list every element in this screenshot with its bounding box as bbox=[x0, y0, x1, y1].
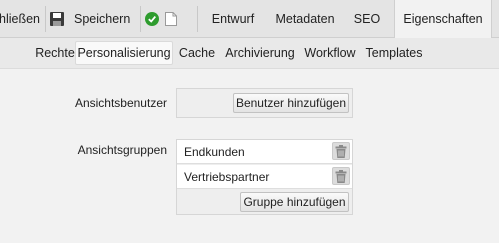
publish-status-button[interactable] bbox=[145, 0, 193, 37]
view-users-label: Ansichtsbenutzer bbox=[74, 96, 167, 110]
add-group-button[interactable]: Gruppe hinzufügen bbox=[240, 192, 349, 212]
subtab-personalisierung[interactable]: Personalisierung bbox=[75, 41, 173, 65]
view-users-panel: Benutzer hinzufügen bbox=[176, 88, 353, 118]
subtab-cache[interactable]: Cache bbox=[176, 41, 218, 65]
tab-eigenschaften-label: Eigenschaften bbox=[403, 12, 483, 26]
close-button-label: hließen bbox=[0, 11, 40, 26]
sub-tab-bar: Rechte Personalisierung Cache Archivieru… bbox=[0, 38, 499, 69]
toolbar-divider bbox=[45, 6, 46, 32]
subtab-templates[interactable]: Templates bbox=[364, 41, 424, 65]
subtab-archivierung[interactable]: Archivierung bbox=[224, 41, 296, 65]
trash-icon[interactable] bbox=[332, 167, 350, 185]
check-circle-icon bbox=[145, 11, 159, 26]
document-icon bbox=[165, 11, 177, 26]
floppy-disk-icon bbox=[50, 11, 64, 26]
tab-seo[interactable]: SEO bbox=[345, 0, 389, 37]
save-button-label: Speichern bbox=[74, 11, 131, 26]
toolbar-divider bbox=[140, 6, 141, 32]
tab-eigenschaften[interactable]: Eigenschaften bbox=[394, 0, 492, 38]
tab-seo-label: SEO bbox=[353, 11, 381, 26]
group-name: Endkunden bbox=[184, 145, 245, 159]
add-user-button[interactable]: Benutzer hinzufügen bbox=[233, 93, 349, 113]
tab-entwurf-label: Entwurf bbox=[211, 11, 255, 26]
tab-metadaten-label: Metadaten bbox=[275, 11, 335, 26]
tab-metadaten[interactable]: Metadaten bbox=[266, 0, 344, 37]
main-toolbar: hließen Speichern Entwurf Metadaten SEO … bbox=[0, 0, 499, 38]
save-button[interactable]: Speichern bbox=[50, 0, 138, 37]
close-button[interactable]: hließen bbox=[0, 0, 42, 37]
trash-icon[interactable] bbox=[332, 142, 350, 160]
tab-entwurf[interactable]: Entwurf bbox=[201, 0, 265, 37]
view-groups-label: Ansichtsgruppen bbox=[77, 143, 167, 157]
toolbar-divider bbox=[197, 6, 198, 32]
group-row: Endkunden bbox=[177, 140, 352, 164]
subtab-workflow[interactable]: Workflow bbox=[302, 41, 358, 65]
group-name: Vertriebspartner bbox=[184, 170, 270, 184]
group-row: Vertriebspartner bbox=[177, 165, 352, 189]
view-groups-panel: Endkunden Vertriebspartner Gruppe hinzuf… bbox=[176, 139, 353, 215]
